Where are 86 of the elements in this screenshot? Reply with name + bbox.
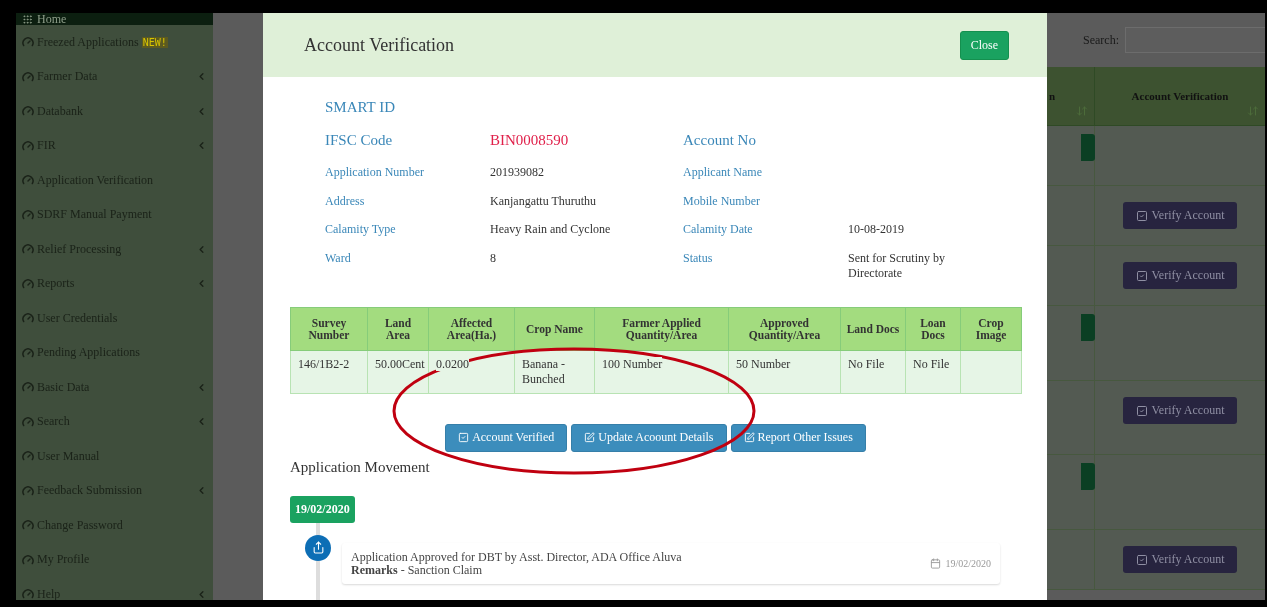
checkbox-icon [1135,209,1148,222]
action-button[interactable]: Update Acoount Details [571,423,727,452]
new-badge: NEW! [141,36,168,48]
verify-account-button[interactable]: Verify Account [1123,546,1237,573]
gauge-icon [22,346,34,359]
column-header: Farmer Applied Quantity/Area [594,307,729,350]
field-label: Mobile Number [683,193,761,210]
gauge-icon [22,450,34,463]
field-label: Account No [683,132,757,150]
date-badge: 19/02/2020 [290,495,355,523]
grid-icon [22,13,33,25]
close-button[interactable]: Close [959,30,1009,60]
checkbox-icon [1135,269,1148,282]
verify-account-button[interactable]: Verify Account [1123,397,1237,424]
action-button[interactable] [1081,134,1095,161]
gauge-icon [22,312,34,325]
field-value: BIN0008590 [490,132,570,150]
column-header: Land Docs [840,307,906,350]
edit-icon [743,432,755,443]
share-icon [305,534,331,561]
action-button[interactable]: Report Other Issues [730,423,866,452]
field-value: 10-08-2019 [848,222,905,238]
column-header[interactable]: Account Verification [1095,67,1265,125]
field-label: Status [683,250,714,267]
action-button[interactable]: Account Verified [445,423,568,452]
field-label: IFSC Code [325,132,394,150]
gauge-icon [22,415,34,428]
verify-account-button[interactable]: Verify Account [1123,262,1237,289]
table-cell: No File [840,350,906,393]
sort-icon[interactable] [1247,105,1259,117]
table-cell: 146/1B2-2 [290,350,368,393]
remarks-text: Remarks - Sanction Claim [351,563,483,577]
modal-title: Account Verification [304,34,455,56]
sort-icon[interactable] [1076,105,1088,117]
gauge-icon [22,105,34,118]
checkbox-icon [458,432,470,443]
gauge-icon [22,519,34,532]
field-value: 8 [490,250,497,267]
sidebar-item[interactable]: Home [37,13,67,25]
gauge-icon [22,381,34,394]
gauge-icon [22,139,34,152]
search-label: Search: [1083,32,1119,48]
action-button[interactable] [1081,314,1095,341]
gauge-icon [22,70,34,83]
gauge-icon [22,553,34,566]
gauge-icon [22,588,34,600]
field-label: Calamity Date [683,222,754,238]
checkbox-icon [1135,553,1148,566]
action-button[interactable] [1081,463,1095,490]
field-label: Ward [325,250,352,267]
field-value: Kanjangattu Thuruthu [490,193,598,210]
field-label: Calamity Type [325,222,397,238]
search-field[interactable] [1125,27,1265,53]
table-cell [960,350,1022,393]
column-header: Affected Area(Ha.) [428,307,515,350]
gauge-icon [22,174,34,187]
edit-icon [584,432,596,443]
checkbox-icon [1135,404,1148,417]
column-title: n [1049,90,1056,102]
column-header: Crop Image [960,307,1022,350]
timeline-text: Application Approved for DBT by Asst. Director, ADA Office Aluva [351,550,682,564]
column-header: Approved Quantity/Area [728,307,841,350]
field-value: 201939082 [490,165,545,181]
gauge-icon [22,208,34,221]
gauge-icon [22,277,34,290]
calendar-icon [930,558,942,569]
field-value: Sent for Scrutiny by Directorate [848,250,946,281]
field-label: Applicant Name [683,165,763,181]
column-header: Loan Docs [905,307,961,350]
gauge-icon [22,484,34,497]
column-title: Account Verification [1131,90,1229,102]
gauge-icon [22,36,34,49]
column-header: Land Area [367,307,429,350]
verify-account-button[interactable]: Verify Account [1123,202,1237,229]
section-heading: Application Movement [290,458,431,476]
table-cell: Banana - Bunched [514,350,595,393]
table-cell: No File [905,350,961,393]
field-label: Address [325,193,366,210]
timeline-date: 19/02/2020 [930,550,991,577]
table-cell: 50 Number [728,350,841,393]
column-header: Survey Number [290,307,368,350]
field-label: Application Number [325,165,425,181]
field-value: Heavy Rain and Cyclone [490,222,612,238]
gauge-icon [22,243,34,256]
column-header: Crop Name [514,307,595,350]
smart-id-label: SMART ID [325,99,397,117]
